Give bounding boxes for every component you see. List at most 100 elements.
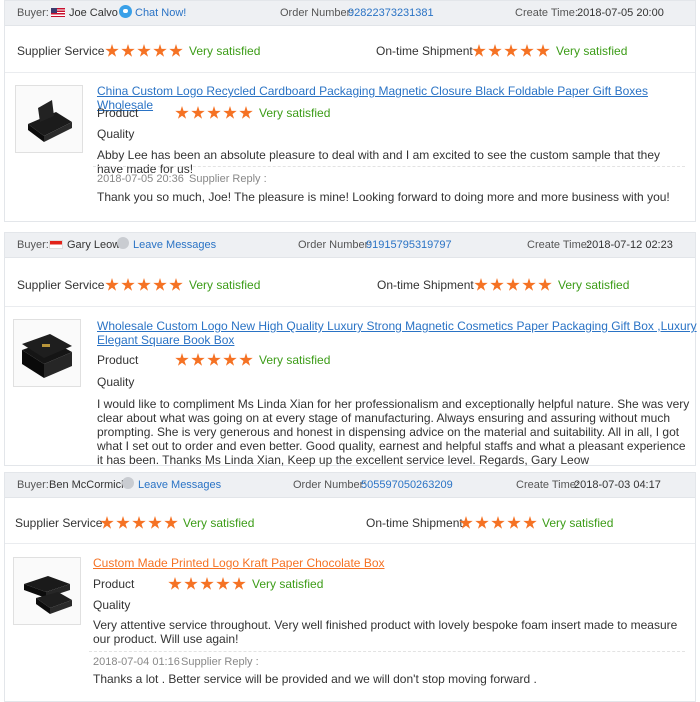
divider — [5, 306, 695, 307]
review-header: Buyer: Gary Leow Leave Messages Order Nu… — [5, 233, 695, 258]
supplier-reply-text: Thanks a lot . Better service will be pr… — [93, 672, 537, 686]
quality-label: Quality — [97, 375, 135, 389]
ontime-shipment-stars — [472, 44, 552, 58]
reply-divider — [93, 166, 685, 167]
review-comment: I would like to compliment Ms Linda Xian… — [97, 397, 690, 467]
star-icon — [175, 106, 189, 119]
product-stars — [168, 577, 248, 591]
star-icon — [475, 516, 489, 529]
star-icon — [504, 44, 518, 57]
review-header: Buyer: Ben McCormick Leave Messages Orde… — [5, 473, 695, 498]
message-icon[interactable] — [122, 477, 134, 489]
supplier-service-rating: Very satisfied — [183, 516, 255, 530]
product-thumbnail[interactable] — [13, 319, 81, 387]
review-card: Buyer: Ben McCormick Leave Messages Orde… — [0, 472, 700, 702]
buyer-label: Buyer: — [17, 7, 49, 19]
ontime-shipment-label: On-time Shipment — [366, 516, 463, 530]
product-label: Product — [93, 577, 135, 591]
star-icon — [523, 516, 537, 529]
product-title-link[interactable]: Custom Made Printed Logo Kraft Paper Cho… — [93, 556, 683, 570]
product-rating: Very satisfied — [259, 353, 331, 367]
star-icon — [105, 278, 119, 291]
star-icon — [105, 44, 119, 57]
star-icon — [472, 44, 486, 57]
message-icon[interactable] — [117, 237, 129, 249]
rating-row: Supplier Service Very satisfied On-time … — [5, 43, 695, 63]
star-icon — [522, 278, 536, 291]
create-time-label: Create Time: — [515, 7, 578, 19]
star-icon — [507, 516, 521, 529]
star-icon — [207, 106, 221, 119]
star-icon — [223, 353, 237, 366]
ontime-shipment-label: On-time Shipment — [376, 44, 473, 58]
create-time-value: 2018-07-03 04:17 — [574, 479, 661, 491]
star-icon — [520, 44, 534, 57]
sg-flag-icon — [49, 240, 63, 249]
star-icon — [474, 278, 488, 291]
star-icon — [168, 577, 182, 590]
review-header: Buyer: Joe Calvo Chat Now! Order Number:… — [5, 1, 695, 26]
create-time-label: Create Time: — [527, 239, 590, 251]
star-icon — [459, 516, 473, 529]
chat-now-link[interactable]: Chat Now! — [135, 7, 186, 19]
product-label: Product — [97, 106, 139, 120]
create-time-value: 2018-07-12 02:23 — [586, 239, 673, 251]
star-icon — [164, 516, 178, 529]
product-rating: Very satisfied — [259, 106, 331, 120]
ontime-shipment-label: On-time Shipment — [377, 278, 474, 292]
reply-divider — [89, 651, 685, 652]
review-card-frame: Buyer: Ben McCormick Leave Messages Orde… — [4, 472, 696, 702]
supplier-reply-text: Thank you so much, Joe! The pleasure is … — [97, 190, 670, 204]
star-icon — [191, 106, 205, 119]
order-number-label: Order Number: — [280, 7, 354, 19]
reply-time: 2018-07-05 20:36 — [97, 173, 184, 185]
review-card: Buyer: Joe Calvo Chat Now! Order Number:… — [0, 0, 700, 222]
star-icon — [239, 106, 253, 119]
buyer-name: Gary Leow — [67, 239, 121, 251]
product-thumbnail[interactable] — [15, 85, 83, 153]
supplier-service-stars — [100, 516, 180, 530]
star-icon — [169, 278, 183, 291]
review-comment: Very attentive service throughout. Very … — [93, 618, 678, 646]
order-number-label: Order Number: — [298, 239, 372, 251]
review-card: Buyer: Gary Leow Leave Messages Order Nu… — [0, 232, 700, 467]
star-icon — [121, 44, 135, 57]
product-thumbnail[interactable] — [13, 557, 81, 625]
buyer-name: Ben McCormick — [49, 479, 127, 491]
order-number-link[interactable]: 505597050263209 — [361, 479, 453, 491]
supplier-reply-label: Supplier Reply : — [189, 173, 267, 185]
product-label: Product — [97, 353, 139, 367]
supplier-service-rating: Very satisfied — [189, 278, 261, 292]
star-icon — [100, 516, 114, 529]
star-icon — [216, 577, 230, 590]
star-icon — [490, 278, 504, 291]
star-icon — [137, 44, 151, 57]
create-time-label: Create Time: — [516, 479, 579, 491]
supplier-service-stars — [105, 278, 185, 292]
star-icon — [207, 353, 221, 366]
order-number-link[interactable]: 92822373231381 — [348, 7, 434, 19]
product-title-link[interactable]: Wholesale Custom Logo New High Quality L… — [97, 319, 697, 347]
divider — [5, 72, 695, 73]
supplier-service-rating: Very satisfied — [189, 44, 261, 58]
ontime-shipment-stars — [474, 278, 554, 292]
review-card-frame: Buyer: Gary Leow Leave Messages Order Nu… — [4, 232, 697, 467]
buyer-name: Joe Calvo — [69, 7, 118, 19]
supplier-service-label: Supplier Service — [15, 516, 103, 530]
star-icon — [191, 353, 205, 366]
chat-icon[interactable] — [119, 5, 132, 18]
rating-row: Supplier Service Very satisfied On-time … — [5, 277, 695, 297]
buyer-label: Buyer: — [17, 479, 49, 491]
supplier-service-label: Supplier Service — [17, 278, 105, 292]
leave-messages-link[interactable]: Leave Messages — [133, 239, 216, 251]
star-icon — [200, 577, 214, 590]
star-icon — [175, 353, 189, 366]
star-icon — [491, 516, 505, 529]
divider — [5, 543, 695, 544]
star-icon — [116, 516, 130, 529]
leave-messages-link[interactable]: Leave Messages — [138, 479, 221, 491]
star-icon — [137, 278, 151, 291]
create-time-value: 2018-07-05 20:00 — [577, 7, 664, 19]
order-number-link[interactable]: 91915795319797 — [366, 239, 452, 251]
ontime-shipment-rating: Very satisfied — [556, 44, 628, 58]
